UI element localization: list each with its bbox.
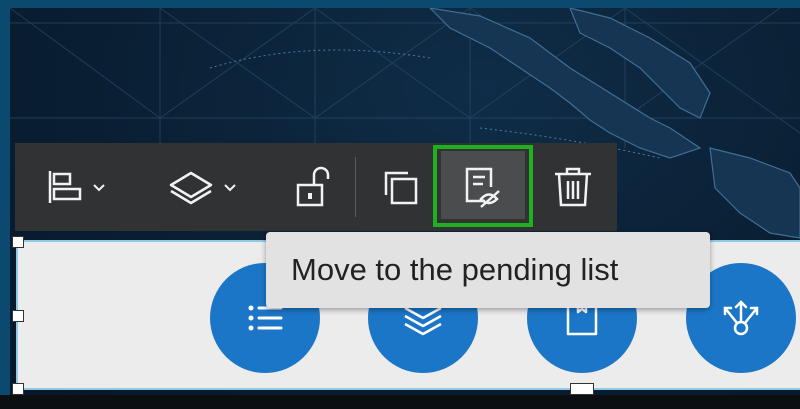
resize-handle-left[interactable] [12, 310, 24, 322]
lock-button[interactable] [277, 153, 347, 221]
tooltip: Move to the pending list [266, 232, 710, 308]
resize-handle-bottom[interactable] [570, 383, 594, 395]
trash-icon [555, 167, 591, 207]
resize-handle-top-left[interactable] [12, 236, 24, 248]
unlock-icon [296, 166, 330, 207]
share-node-icon [723, 300, 759, 336]
layer-order-button[interactable] [155, 153, 250, 221]
widget-toolbar [15, 143, 617, 231]
highlight-box [433, 145, 533, 227]
layers-icon [169, 171, 236, 205]
delete-button[interactable] [537, 153, 609, 221]
chevron-down-icon [223, 184, 236, 192]
chevron-down-icon [93, 184, 105, 192]
duplicate-icon [384, 171, 418, 205]
toolbar-divider [355, 157, 356, 217]
duplicate-button[interactable] [365, 153, 435, 221]
bottom-bar [0, 395, 800, 409]
tooltip-text: Move to the pending list [291, 252, 619, 287]
resize-handle-bottom-left[interactable] [12, 383, 24, 395]
align-left-icon [48, 171, 105, 203]
align-button[interactable] [33, 153, 123, 221]
